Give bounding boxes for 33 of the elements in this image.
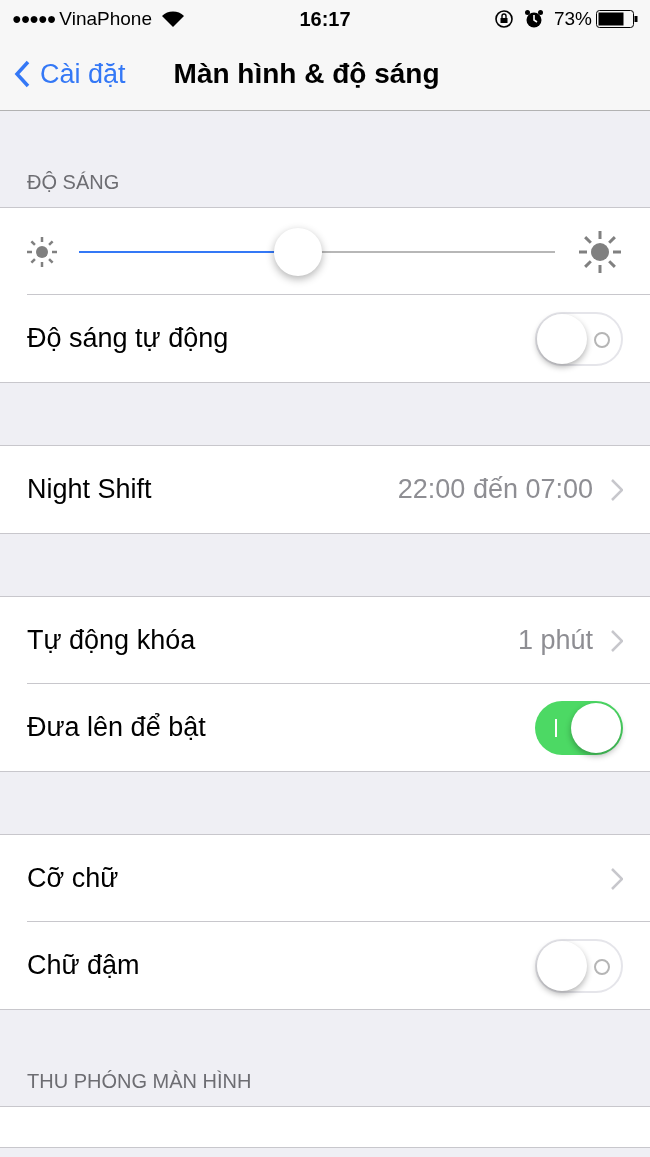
setting-label: Chữ đậm xyxy=(27,950,141,981)
chevron-icon xyxy=(611,478,623,501)
setting-value: 22:00 đến 07:00 xyxy=(397,474,593,505)
brightness-slider[interactable] xyxy=(79,226,555,277)
battery-percent: 73% xyxy=(553,8,592,30)
off-ring-icon xyxy=(593,957,611,976)
toggle-switch[interactable] xyxy=(535,311,623,366)
toggle-switch[interactable] xyxy=(535,938,623,993)
setting-label: Độ sáng tự động xyxy=(27,323,230,354)
chevron-icon xyxy=(611,867,623,890)
setting-label[interactable]: Night Shift xyxy=(27,474,398,505)
section-header: THU PHÓNG MÀN HÌNH xyxy=(26,1069,253,1094)
toggle-switch[interactable] xyxy=(535,700,623,755)
chevron-icon xyxy=(611,629,623,652)
back-button[interactable]: Cài đặt xyxy=(14,58,126,90)
battery-icon xyxy=(596,10,638,28)
screen-title: Màn hình & độ sáng xyxy=(173,58,440,90)
setting-label: Đưa lên để bật xyxy=(27,712,207,743)
alarm-icon xyxy=(523,9,544,29)
rotation-lock-icon xyxy=(493,9,514,29)
signal-dots: ●●●●● xyxy=(12,10,56,28)
off-ring-icon xyxy=(593,330,611,349)
setting-label[interactable]: Tự động khóa xyxy=(27,625,518,656)
large-sun-icon xyxy=(577,228,623,275)
slider-thumb[interactable] xyxy=(273,227,322,276)
back-chevron-icon xyxy=(14,60,30,88)
carrier-name: VinaPhone xyxy=(59,8,152,30)
status-time: 16:17 xyxy=(299,7,351,31)
setting-label[interactable]: Cỡ chữ xyxy=(27,863,611,894)
setting-value: 1 phút xyxy=(517,625,593,656)
small-sun-icon xyxy=(27,236,57,267)
wifi-icon xyxy=(161,11,184,27)
section-header: ĐỘ SÁNG xyxy=(26,170,121,195)
